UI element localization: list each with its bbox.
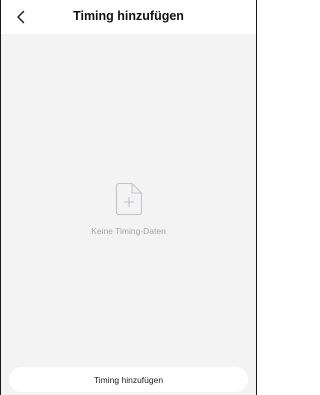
footer-bar: Timing hinzufügen (1, 363, 256, 395)
empty-state: Keine Timing-Daten (1, 182, 256, 236)
page-title: Timing hinzufügen (73, 9, 184, 23)
empty-message: Keine Timing-Daten (91, 226, 166, 236)
document-add-icon (115, 182, 142, 216)
app-screen: Timing hinzufügen Keine Timing-Daten Tim… (0, 0, 257, 395)
add-timing-button[interactable]: Timing hinzufügen (9, 367, 248, 392)
main-content: Keine Timing-Daten (1, 34, 256, 395)
header-bar: Timing hinzufügen (1, 0, 256, 34)
